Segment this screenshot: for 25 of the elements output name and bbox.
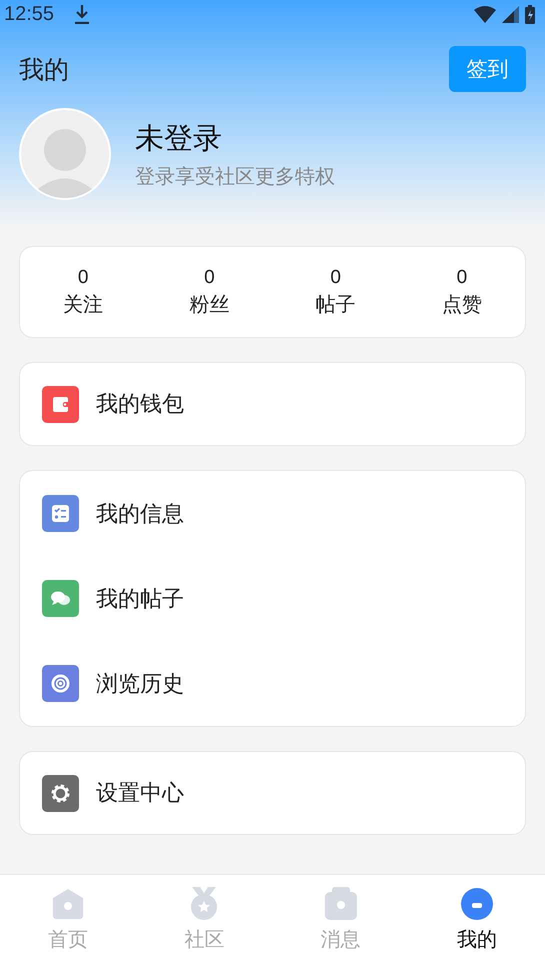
menu-item[interactable]: 我的帖子: [96, 584, 184, 614]
status-time: 12:55: [4, 2, 54, 26]
stat-value: 0: [78, 266, 88, 288]
wifi-icon: [474, 6, 496, 22]
username: 未登录: [135, 122, 223, 156]
stat-value: 0: [330, 266, 341, 288]
stat-label: 帖子: [316, 292, 356, 318]
avatar[interactable]: [19, 108, 111, 200]
stat-value: 0: [204, 266, 215, 288]
stat-label: 关注: [63, 292, 104, 318]
tab[interactable]: 我的: [408, 875, 545, 970]
bag-icon: [322, 886, 359, 922]
menu-item[interactable]: 我的信息: [96, 498, 184, 528]
stat-label: 点赞: [442, 292, 482, 318]
stat-value: 0: [456, 266, 468, 288]
download-icon: [74, 4, 90, 24]
menu-item[interactable]: 我的钱包: [96, 389, 184, 419]
menu-item[interactable]: 设置中心: [96, 778, 184, 808]
signal-icon: [502, 6, 519, 22]
profile-icon: [458, 886, 495, 922]
login-hint: 登录享受社区更多特权: [135, 164, 335, 190]
menu-item[interactable]: 浏览历史: [96, 668, 184, 698]
battery-icon: [525, 4, 535, 24]
page-title: 我的: [19, 54, 69, 86]
stat-label: 粉丝: [189, 292, 230, 318]
